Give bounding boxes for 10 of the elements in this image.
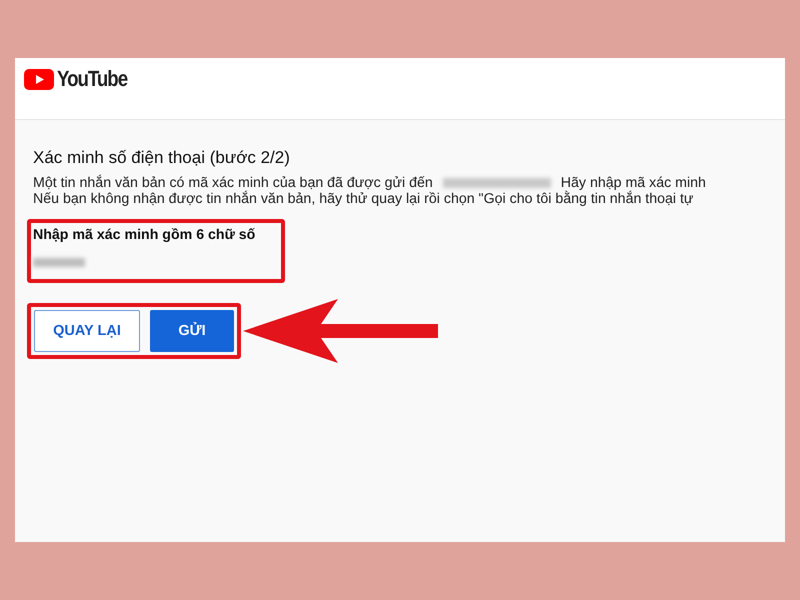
play-logo-icon (24, 68, 54, 90)
send-button[interactable]: GỬI (150, 310, 234, 352)
page-title: Xác minh số điện thoại (bước 2/2) (33, 148, 291, 168)
field-label: Nhập mã xác minh gồm 6 chữ số (33, 227, 256, 243)
arrow-icon (243, 299, 438, 363)
message-text: Hãy nhập mã xác minh (560, 175, 706, 191)
message-text: Một tin nhắn văn bản có mã xác minh của bạn đã được gửi đến (33, 175, 433, 191)
back-button[interactable]: QUAY LẠI (34, 310, 140, 352)
hint-text: Nếu bạn không nhận được tin nhắn văn bản, hãy thử quay lại rồi chọn "Gọi cho tôi bằng tin nhắn thoại tự (33, 191, 694, 207)
logo-text: YouTube (57, 66, 128, 92)
